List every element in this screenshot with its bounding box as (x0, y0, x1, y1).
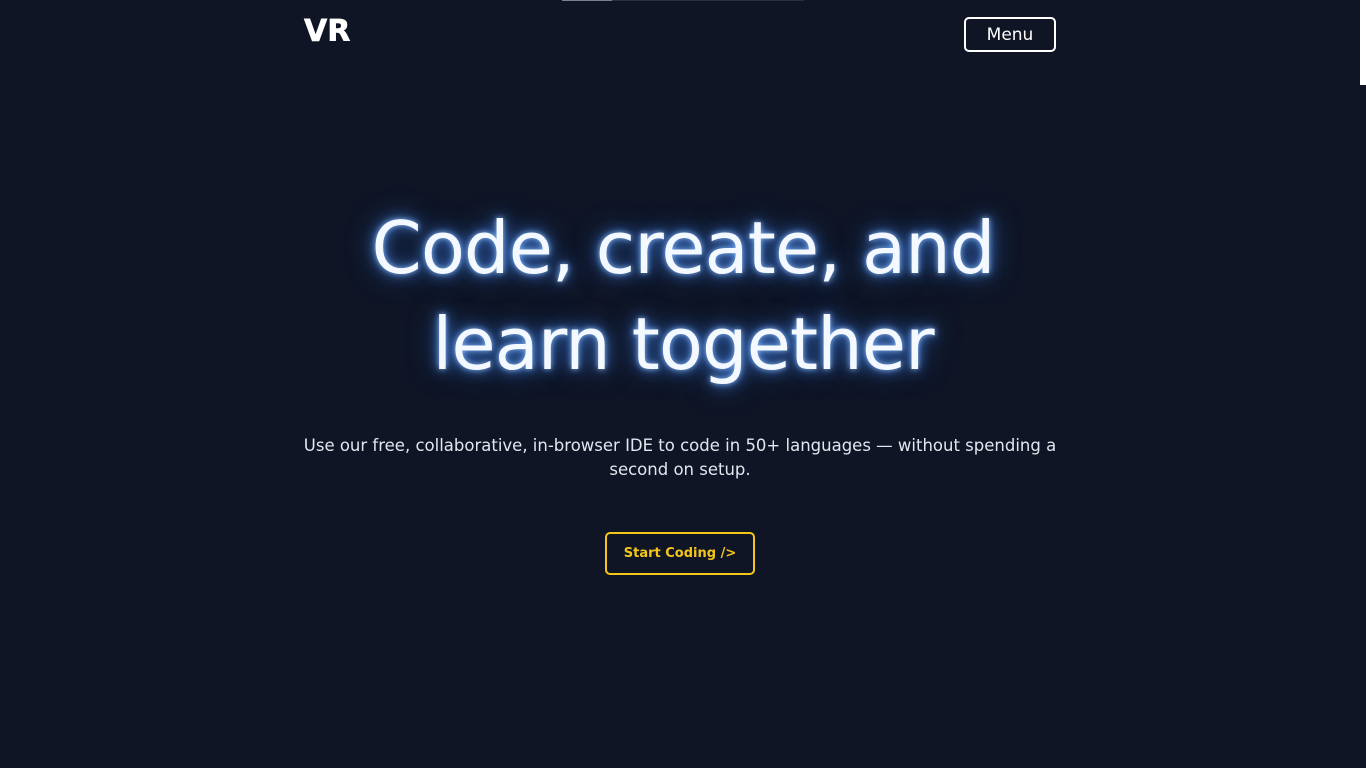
site-logo[interactable]: VR (304, 14, 351, 50)
scrollbar-thumb[interactable] (1360, 0, 1366, 85)
landing-page: VR Menu Code, create, and learn together… (0, 0, 1366, 768)
menu-button[interactable]: Menu (964, 17, 1056, 52)
start-coding-button[interactable]: Start Coding /> (605, 532, 755, 575)
top-progress-indicator (562, 0, 804, 1)
hero-title-line-1: Code, create, and (371, 206, 996, 290)
hero-title: Code, create, and learn together (283, 200, 1083, 392)
top-progress-segment (562, 0, 612, 1)
hero-title-line-2: learn together (432, 302, 934, 386)
hero-subtitle: Use our free, collaborative, in-browser … (303, 436, 1057, 479)
